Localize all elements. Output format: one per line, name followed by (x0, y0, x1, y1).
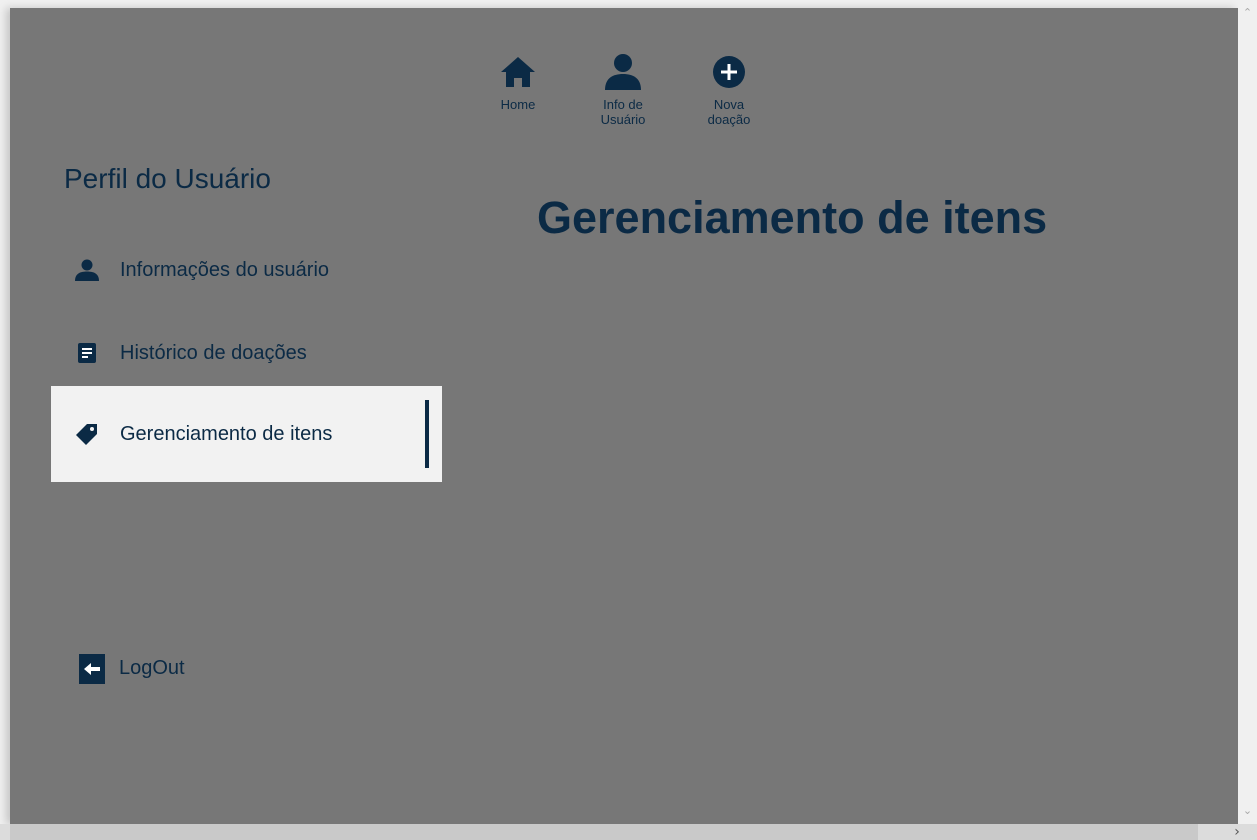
scroll-down-icon[interactable]: ⌄ (1238, 802, 1257, 820)
horizontal-scrollbar[interactable]: › (0, 824, 1257, 840)
nav-new-donation-button[interactable]: Nova doação (689, 52, 769, 127)
sidebar-item-label: Gerenciamento de itens (120, 423, 333, 445)
nav-user-info-button[interactable]: Info de Usuário (583, 52, 663, 127)
tag-icon (76, 424, 97, 445)
vertical-scrollbar[interactable]: ⌃ ⌄ (1238, 0, 1257, 824)
logout-label: LogOut (119, 657, 185, 679)
sidebar-item-label: Histórico de doações (120, 342, 307, 364)
sidebar-title: Perfil do Usuário (64, 163, 271, 194)
top-navigation: Home Info de Usuário Nova doação (10, 8, 1238, 148)
user-icon (605, 54, 641, 90)
sidebar-item-user-info[interactable]: Informações do usuário (51, 222, 442, 318)
scroll-up-icon[interactable]: ⌃ (1238, 4, 1257, 22)
page-viewport: Home Info de Usuário Nova doação Perfil … (10, 8, 1238, 824)
nav-user-info-label: Info de Usuário (600, 97, 646, 127)
horizontal-scrollbar-thumb[interactable] (10, 824, 1198, 840)
nav-new-donation-label: Nova doação (707, 97, 751, 127)
logout-icon (79, 654, 105, 684)
sidebar-item-item-management[interactable]: Gerenciamento de itens (51, 386, 442, 482)
home-icon (501, 57, 535, 87)
active-indicator (425, 400, 429, 468)
document-icon (78, 343, 96, 363)
nav-home-label: Home (500, 97, 536, 112)
logout-button[interactable]: LogOut (79, 652, 229, 686)
page-title: Gerenciamento de itens (537, 192, 1048, 243)
nav-home-button[interactable]: Home (478, 52, 558, 112)
plus-circle-icon (713, 56, 745, 88)
user-icon (75, 259, 99, 281)
sidebar-item-label: Informações do usuário (120, 259, 330, 281)
scroll-right-icon[interactable]: › (1227, 824, 1247, 840)
